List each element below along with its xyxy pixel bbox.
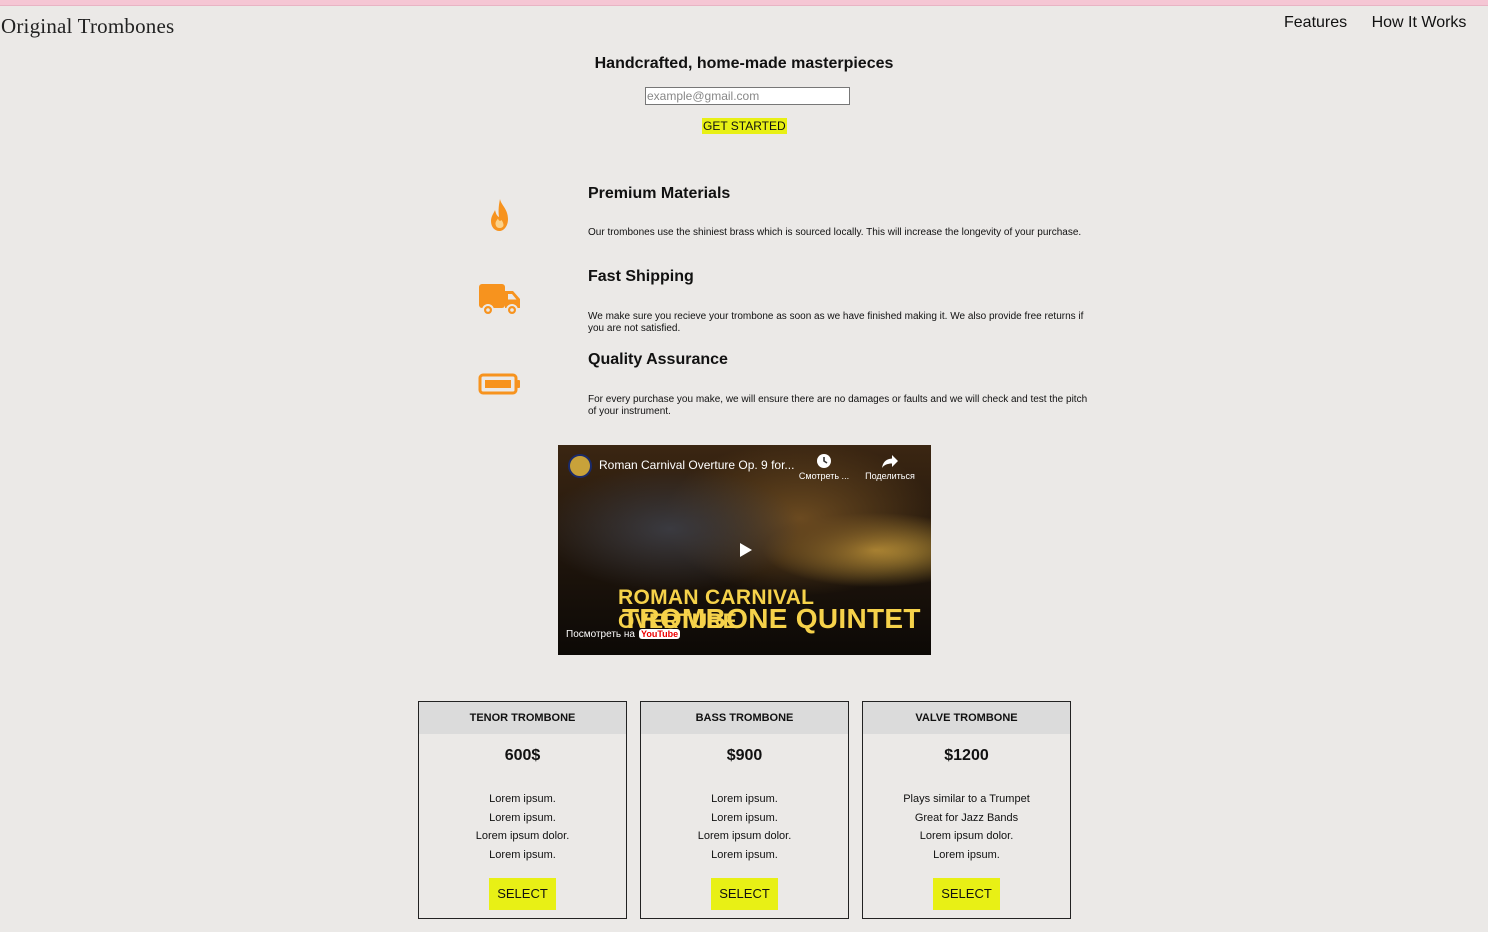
select-tenor-button[interactable]: SELECT: [489, 878, 556, 910]
watch-on-label: Посмотреть на: [566, 629, 635, 640]
plan-feature-item: Lorem ipsum dolor.: [475, 830, 570, 843]
hero-title: Handcrafted, home-made masterpieces: [594, 55, 894, 72]
video-embed[interactable]: Roman Carnival Overture Op. 9 for... Смо…: [558, 445, 931, 655]
plan-feature-item: Great for Jazz Bands: [914, 811, 1019, 824]
watch-on-youtube[interactable]: Посмотреть на YouTube: [566, 629, 681, 640]
main-nav: Features How It Works P: [1284, 14, 1488, 32]
pricing-card-tenor: TENOR TROMBONE 600$ Lorem ipsum. Lorem i…: [418, 701, 627, 919]
clock-icon: [817, 454, 831, 468]
plan-feature-item: Lorem ipsum.: [711, 811, 778, 824]
share-label: Поделиться: [865, 471, 915, 481]
truck-icon: [478, 281, 522, 317]
plan-feature-item: Lorem ipsum.: [489, 811, 556, 824]
plan-feature-item: Lorem ipsum.: [489, 849, 556, 862]
nav-link-features[interactable]: Features: [1284, 14, 1347, 31]
email-input[interactable]: [645, 87, 850, 105]
plan-feature-item: Plays similar to a Trumpet: [903, 793, 1030, 805]
video-title[interactable]: Roman Carnival Overture Op. 9 for...: [599, 458, 794, 472]
pricing-card-bass: BASS TROMBONE $900 Lorem ipsum. Lorem ip…: [640, 701, 849, 919]
plan-features: Plays similar to a Trumpet Great for Jaz…: [863, 790, 1070, 865]
plan-price: 600$: [504, 747, 541, 764]
plan-price: $1200: [944, 747, 989, 764]
plan-features: Lorem ipsum. Lorem ipsum. Lorem ipsum do…: [641, 790, 848, 865]
feature-title-premium-materials: Premium Materials: [588, 185, 731, 202]
youtube-logo-icon: YouTube: [639, 629, 681, 639]
top-accent-bar: [0, 0, 1488, 6]
plan-feature-item: Lorem ipsum.: [489, 793, 556, 805]
feature-desc-premium-materials: Our trombones use the shiniest brass whi…: [588, 227, 1082, 238]
plan-name: VALVE TROMBONE: [863, 702, 1070, 734]
channel-logo[interactable]: [568, 454, 592, 478]
watch-later-label: Смотреть ...: [798, 471, 850, 481]
plan-feature-item: Lorem ipsum.: [933, 849, 1000, 862]
feature-title-quality-assurance: Quality Assurance: [588, 351, 728, 368]
fire-icon: [478, 197, 522, 233]
get-started-button[interactable]: GET STARTED: [702, 118, 787, 134]
feature-desc-fast-shipping: We make sure you recieve your trombone a…: [588, 311, 1084, 334]
play-icon[interactable]: [732, 539, 758, 561]
plan-name: TENOR TROMBONE: [419, 702, 626, 734]
nav-link-how-it-works[interactable]: How It Works: [1372, 14, 1467, 31]
brand-logo[interactable]: Original Trombones: [1, 14, 174, 39]
plan-name: BASS TROMBONE: [641, 702, 848, 734]
watch-later-button[interactable]: Смотреть ...: [794, 453, 854, 481]
select-bass-button[interactable]: SELECT: [711, 878, 778, 910]
plan-price: $900: [726, 747, 763, 764]
plan-feature-item: Lorem ipsum dolor.: [697, 830, 792, 843]
feature-desc-quality-assurance: For every purchase you make, we will ens…: [588, 394, 1088, 417]
plan-feature-item: Lorem ipsum dolor.: [919, 830, 1014, 843]
plan-feature-item: Lorem ipsum.: [711, 849, 778, 862]
feature-title-fast-shipping: Fast Shipping: [588, 268, 694, 285]
select-valve-button[interactable]: SELECT: [933, 878, 1000, 910]
plan-feature-item: Lorem ipsum.: [711, 793, 778, 805]
pricing-card-valve: VALVE TROMBONE $1200 Plays similar to a …: [862, 701, 1071, 919]
share-button[interactable]: Поделиться: [862, 453, 918, 481]
plan-features: Lorem ipsum. Lorem ipsum. Lorem ipsum do…: [419, 790, 626, 865]
share-icon: [882, 455, 898, 468]
battery-icon: [478, 366, 522, 402]
